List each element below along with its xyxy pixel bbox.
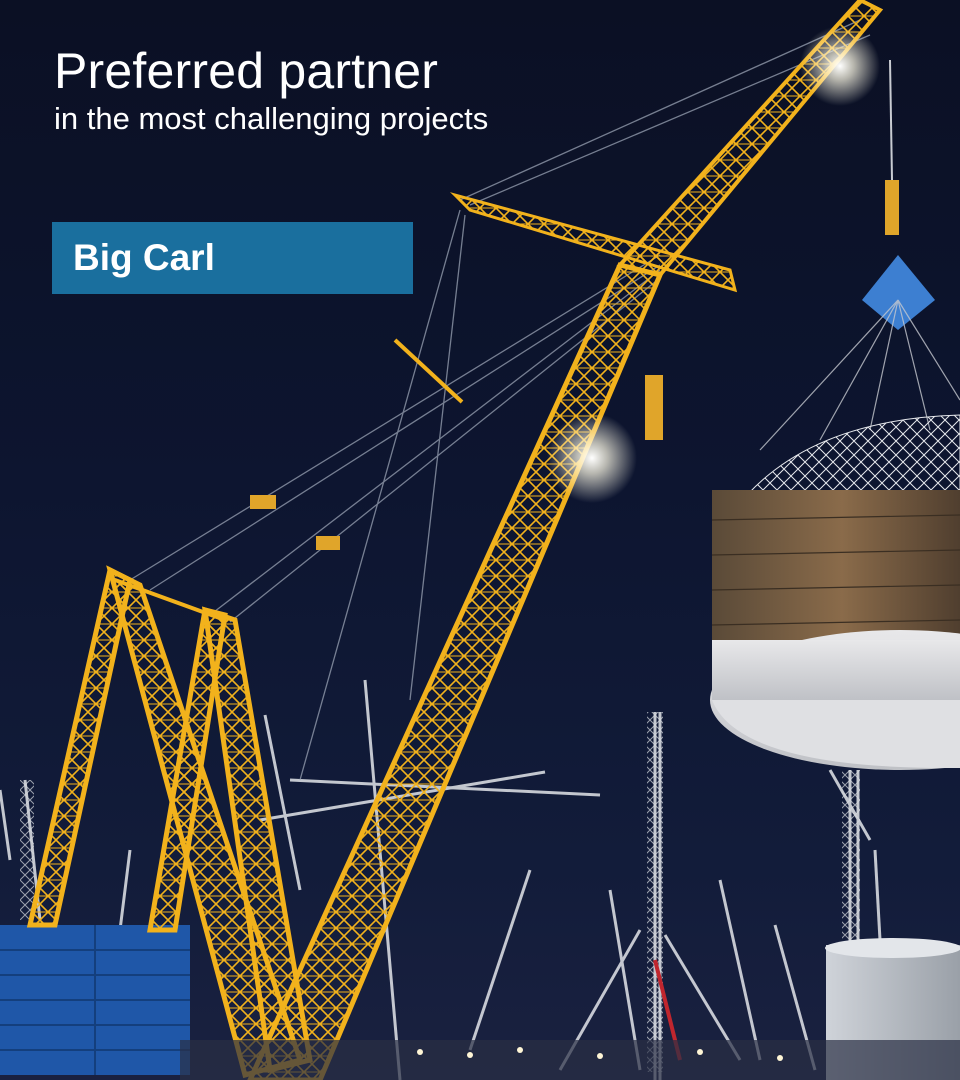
headline: Preferred partner in the most challengin… [54,42,488,138]
crane-name-label: Big Carl [52,222,413,294]
headline-title: Preferred partner [54,43,439,99]
headline-subtitle: in the most challenging projects [54,101,489,136]
construction-site-photo [0,0,960,1080]
photo-slide: Preferred partner in the most challengin… [0,0,960,1080]
container-stack [0,925,190,1075]
crane-name-text: Big Carl [73,237,215,278]
floodlight-boom [547,413,637,503]
floodlight-top [800,26,880,106]
